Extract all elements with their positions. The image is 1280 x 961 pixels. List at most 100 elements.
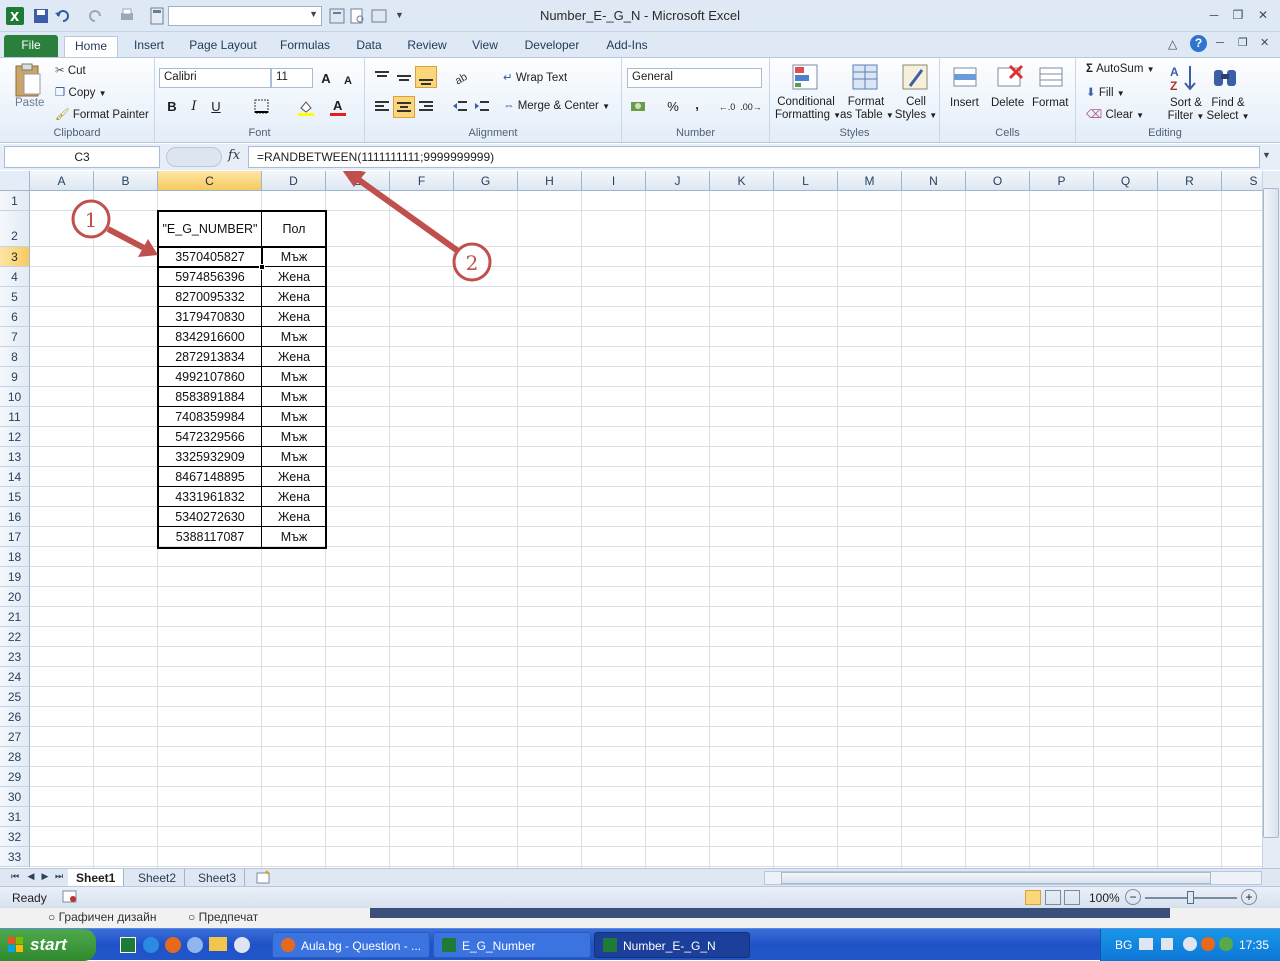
align-right-icon[interactable] xyxy=(415,96,437,118)
percent-button[interactable]: % xyxy=(662,96,684,118)
row-header-3[interactable]: 3 xyxy=(0,247,30,267)
row-header-20[interactable]: 20 xyxy=(0,587,30,607)
egn-cell[interactable]: 5388117087 xyxy=(158,527,262,547)
row-header-23[interactable]: 23 xyxy=(0,647,30,667)
column-header-o[interactable]: O xyxy=(966,171,1030,191)
gender-cell[interactable]: Жена xyxy=(262,507,326,527)
tab-add-ins[interactable]: Add-Ins xyxy=(596,36,658,57)
column-header-k[interactable]: K xyxy=(710,171,774,191)
tab-view[interactable]: View xyxy=(462,36,508,57)
egn-cell[interactable]: 5472329566 xyxy=(158,427,262,447)
gender-cell[interactable]: Жена xyxy=(262,307,326,327)
column-header-b[interactable]: B xyxy=(94,171,158,191)
gender-cell[interactable]: Мъж xyxy=(262,327,326,347)
expand-formula-icon[interactable]: ▼ xyxy=(1262,150,1271,160)
tray-status-icon[interactable] xyxy=(1219,937,1233,951)
merge-center-button[interactable]: ⇔ Merge & Center ▼ xyxy=(503,100,610,112)
format-cells-button[interactable]: Format xyxy=(1032,97,1068,109)
zoom-slider-thumb[interactable] xyxy=(1187,891,1194,904)
ribbon-collapse-icon[interactable]: △ xyxy=(1168,37,1177,51)
settings-icon[interactable] xyxy=(234,937,250,953)
comma-button[interactable]: , xyxy=(686,94,708,116)
row-header-7[interactable]: 7 xyxy=(0,327,30,347)
decrease-indent-icon[interactable] xyxy=(449,96,471,118)
normal-view-icon[interactable] xyxy=(1025,890,1041,905)
row-header-10[interactable]: 10 xyxy=(0,387,30,407)
borders-icon[interactable] xyxy=(251,96,273,118)
egn-cell[interactable]: 8270095332 xyxy=(158,287,262,307)
number-format-select[interactable]: General xyxy=(627,68,762,88)
tab-review[interactable]: Review xyxy=(400,36,454,57)
fill-button[interactable]: ⬇ Fill ▼ xyxy=(1086,85,1125,99)
paste-icon[interactable] xyxy=(12,62,44,97)
row-header-26[interactable]: 26 xyxy=(0,707,30,727)
last-sheet-icon[interactable]: ⏭ xyxy=(52,871,66,885)
header-cell-d2[interactable]: Пол xyxy=(262,211,326,247)
sheet-tab-3[interactable]: Sheet3 xyxy=(190,869,246,887)
row-header-27[interactable]: 27 xyxy=(0,727,30,747)
quicklaunch-app-icon[interactable] xyxy=(120,937,136,953)
tab-insert[interactable]: Insert xyxy=(124,36,174,57)
delete-cells-button[interactable]: Delete xyxy=(991,97,1024,109)
row-header-33[interactable]: 33 xyxy=(0,847,30,867)
egn-cell[interactable]: 8467148895 xyxy=(158,467,262,487)
restore-button[interactable]: ❐ xyxy=(1227,8,1249,24)
row-header-30[interactable]: 30 xyxy=(0,787,30,807)
align-top-icon[interactable] xyxy=(371,66,393,88)
grow-font-button[interactable]: A xyxy=(315,68,337,90)
row-header-21[interactable]: 21 xyxy=(0,607,30,627)
row-header-19[interactable]: 19 xyxy=(0,567,30,587)
tab-developer[interactable]: Developer xyxy=(518,36,586,57)
increase-decimal-icon[interactable]: ←.0 xyxy=(716,96,738,118)
horizontal-scroll-thumb[interactable] xyxy=(781,872,1211,884)
insert-sheet-icon[interactable] xyxy=(256,870,272,885)
column-header-m[interactable]: M xyxy=(838,171,902,191)
wb-minimize-icon[interactable]: ─ xyxy=(1216,37,1224,49)
gender-cell[interactable]: Мъж xyxy=(262,247,326,267)
align-bottom-icon[interactable] xyxy=(415,66,437,88)
task-e-g-number[interactable]: E_G_Number xyxy=(433,932,591,958)
tab-page-layout[interactable]: Page Layout xyxy=(184,36,262,57)
orientation-icon[interactable]: ab xyxy=(451,66,473,88)
row-header-6[interactable]: 6 xyxy=(0,307,30,327)
row-header-8[interactable]: 8 xyxy=(0,347,30,367)
ie-icon[interactable] xyxy=(143,937,159,953)
zoom-level[interactable]: 100% xyxy=(1089,891,1120,905)
row-header-14[interactable]: 14 xyxy=(0,467,30,487)
minimize-button[interactable]: ─ xyxy=(1203,8,1225,24)
clear-button[interactable]: ⌫ Clear ▼ xyxy=(1086,107,1144,121)
gender-cell[interactable]: Жена xyxy=(262,487,326,507)
binoculars-icon[interactable] xyxy=(1210,62,1242,92)
sort-filter-icon[interactable]: AZ xyxy=(1168,62,1200,93)
zoom-out-icon[interactable]: − xyxy=(1125,889,1141,905)
row-header-5[interactable]: 5 xyxy=(0,287,30,307)
font-color-icon[interactable]: A xyxy=(327,96,349,118)
tab-home[interactable]: Home xyxy=(64,36,118,57)
egn-cell[interactable]: 8342916600 xyxy=(158,327,262,347)
column-header-a[interactable]: A xyxy=(30,171,94,191)
column-header-q[interactable]: Q xyxy=(1094,171,1158,191)
next-sheet-icon[interactable]: ▶ xyxy=(38,871,52,885)
gender-cell[interactable]: Мъж xyxy=(262,367,326,387)
cell-styles-icon[interactable] xyxy=(900,62,932,92)
column-header-j[interactable]: J xyxy=(646,171,710,191)
row-header-18[interactable]: 18 xyxy=(0,547,30,567)
align-left-icon[interactable] xyxy=(371,96,393,118)
row-header-4[interactable]: 4 xyxy=(0,267,30,287)
row-header-29[interactable]: 29 xyxy=(0,767,30,787)
gender-cell[interactable]: Жена xyxy=(262,267,326,287)
column-header-c[interactable]: C xyxy=(158,171,262,191)
column-header-r[interactable]: R xyxy=(1158,171,1222,191)
align-center-icon[interactable] xyxy=(393,96,415,118)
keyboard-icon[interactable] xyxy=(1139,938,1153,950)
firefox-icon[interactable] xyxy=(165,937,181,953)
tray-app-icon[interactable] xyxy=(1201,937,1215,951)
row-header-25[interactable]: 25 xyxy=(0,687,30,707)
row-header-2[interactable]: 2 xyxy=(0,211,30,247)
format-as-table-button[interactable]: Format as Table ▼ xyxy=(840,96,894,122)
wb-close-icon[interactable]: ✕ xyxy=(1260,36,1269,49)
row-header-11[interactable]: 11 xyxy=(0,407,30,427)
task-aula[interactable]: Aula.bg - Question - ... xyxy=(272,932,430,958)
gender-cell[interactable]: Мъж xyxy=(262,427,326,447)
insert-cells-icon[interactable] xyxy=(950,62,982,92)
